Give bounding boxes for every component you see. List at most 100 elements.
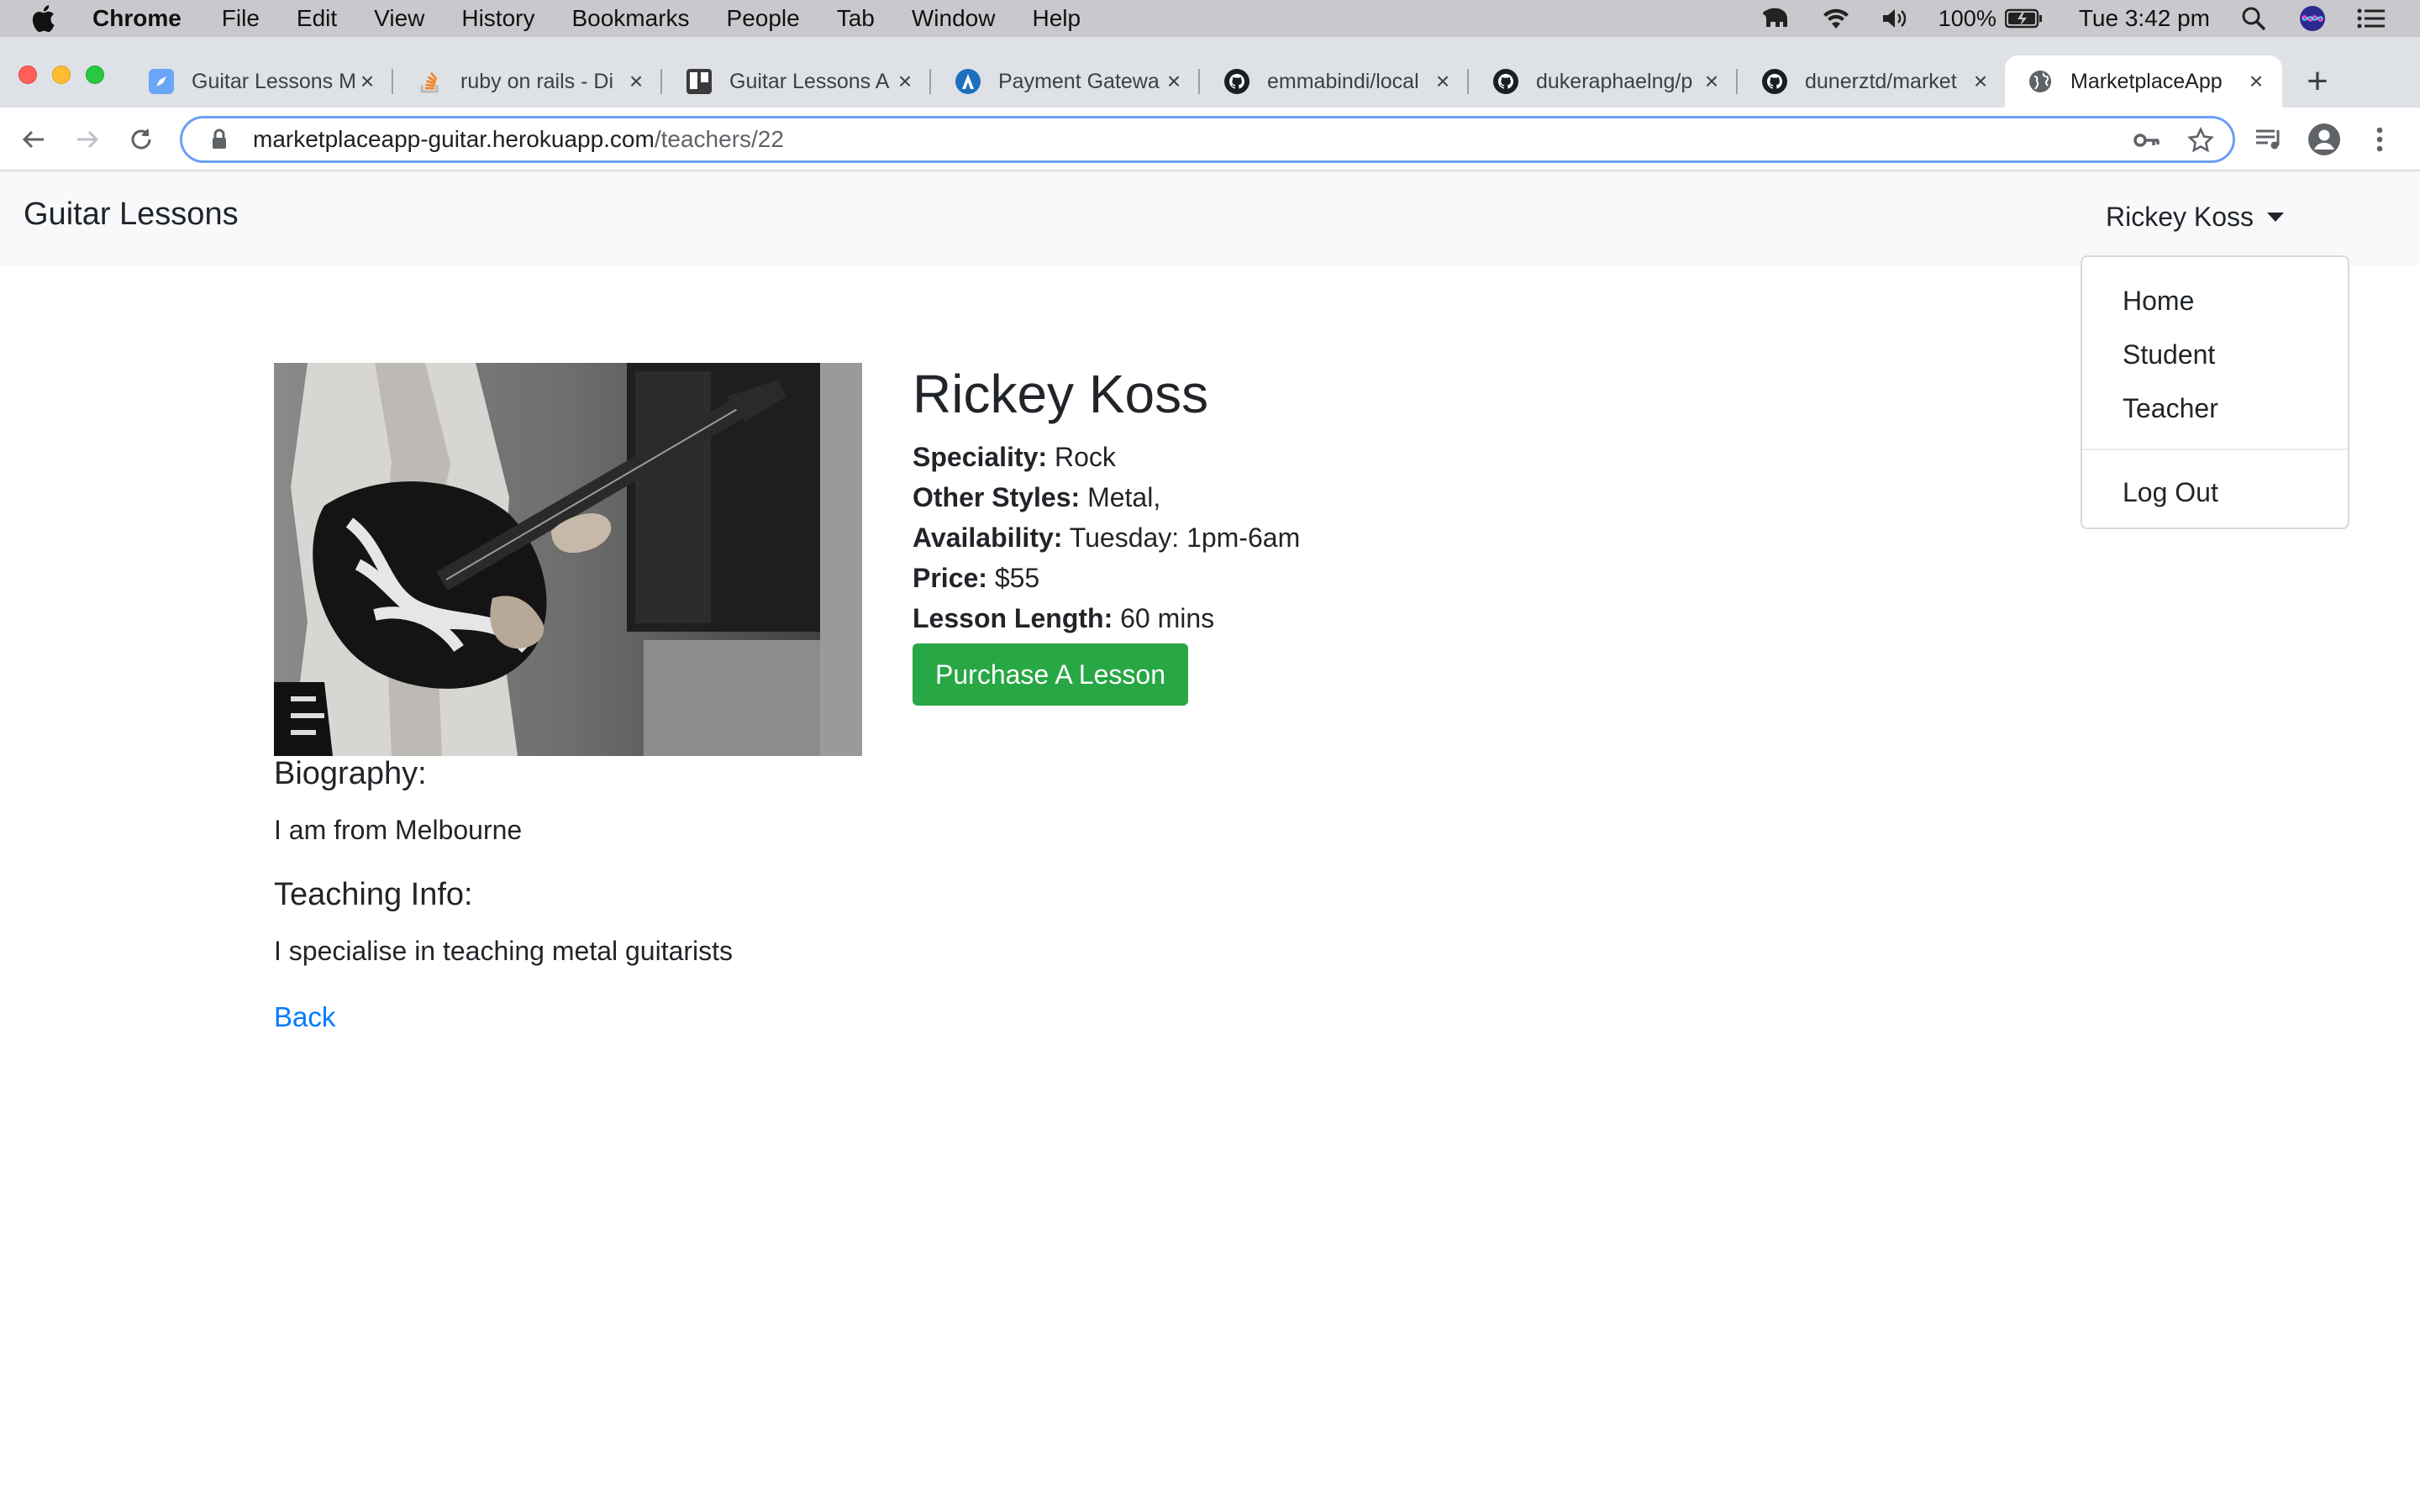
dropdown-item-log-out[interactable]: Log Out bbox=[2082, 465, 2348, 519]
menu-edit[interactable]: Edit bbox=[297, 5, 337, 32]
menu-app-name[interactable]: Chrome bbox=[92, 5, 182, 32]
close-tab-icon[interactable]: × bbox=[2244, 68, 2269, 94]
browser-tab[interactable]: Guitar Lessons M × bbox=[126, 55, 393, 108]
user-dropdown-toggle[interactable]: Rickey Koss bbox=[2106, 202, 2285, 233]
browser-tab[interactable]: Guitar Lessons A × bbox=[664, 55, 931, 108]
brand-link[interactable]: Guitar Lessons bbox=[24, 197, 239, 233]
availability-value: Tuesday: 1pm-6am bbox=[1069, 522, 1301, 553]
close-tab-icon[interactable]: × bbox=[1699, 68, 1724, 94]
reload-icon[interactable] bbox=[121, 119, 161, 160]
trello-icon bbox=[686, 68, 713, 95]
close-tab-icon[interactable]: × bbox=[623, 68, 649, 94]
tab-separator bbox=[1198, 69, 1200, 94]
tab-separator bbox=[660, 69, 662, 94]
github-icon bbox=[1492, 68, 1519, 95]
tab-title: emmabindi/local bbox=[1267, 69, 1419, 93]
price-value: $55 bbox=[994, 563, 1040, 593]
elephant-icon[interactable] bbox=[1762, 6, 1792, 31]
biography-heading: Biography: bbox=[274, 756, 427, 791]
menu-window[interactable]: Window bbox=[912, 5, 996, 32]
lock-icon[interactable] bbox=[203, 123, 236, 156]
tab-title: Payment Gatewa bbox=[998, 69, 1160, 93]
dropdown-item-home[interactable]: Home bbox=[2082, 274, 2348, 328]
notification-center-icon[interactable] bbox=[2356, 6, 2386, 31]
availability-label: Availability: bbox=[913, 522, 1063, 553]
url-host: marketplaceapp-guitar.herokuapp.com bbox=[253, 126, 655, 152]
menu-history[interactable]: History bbox=[461, 5, 534, 32]
tab-title: Guitar Lessons A bbox=[729, 69, 890, 93]
address-bar[interactable]: marketplaceapp-guitar.herokuapp.com/teac… bbox=[180, 116, 2235, 163]
zoom-window-button[interactable] bbox=[86, 66, 104, 84]
minimize-window-button[interactable] bbox=[52, 66, 71, 84]
biography-text: I am from Melbourne bbox=[274, 815, 523, 845]
teaching-info-heading: Teaching Info: bbox=[274, 877, 473, 912]
price-label: Price: bbox=[913, 563, 987, 593]
battery-icon[interactable] bbox=[2004, 6, 2044, 31]
caret-down-icon bbox=[2267, 213, 2285, 222]
bookmark-star-icon[interactable] bbox=[2184, 123, 2217, 157]
close-window-button[interactable] bbox=[18, 66, 37, 84]
back-link[interactable]: Back bbox=[274, 1001, 335, 1033]
teacher-name: Rickey Koss bbox=[913, 364, 1209, 424]
browser-tab[interactable]: dunerztd/market × bbox=[1739, 55, 2007, 108]
close-tab-icon[interactable]: × bbox=[1430, 68, 1455, 94]
tab-separator bbox=[929, 69, 931, 94]
volume-icon[interactable] bbox=[1880, 6, 1910, 31]
browser-tab[interactable]: ruby on rails - Di × bbox=[395, 55, 662, 108]
tab-separator bbox=[1467, 69, 1469, 94]
browser-tab[interactable]: Payment Gatewa × bbox=[933, 55, 1200, 108]
price-row: Price: $55 bbox=[913, 563, 1039, 594]
url-text[interactable]: marketplaceapp-guitar.herokuapp.com/teac… bbox=[253, 126, 784, 153]
compass-icon bbox=[148, 68, 175, 95]
browser-tab[interactable]: emmabindi/local × bbox=[1202, 55, 1469, 108]
globe-icon bbox=[2027, 68, 2054, 95]
availability-row: Availability: Tuesday: 1pm-6am bbox=[913, 522, 1300, 554]
menu-help[interactable]: Help bbox=[1032, 5, 1081, 32]
siri-icon[interactable] bbox=[2297, 6, 2328, 31]
tab-separator bbox=[392, 69, 393, 94]
key-icon[interactable] bbox=[2130, 123, 2164, 157]
github-icon bbox=[1761, 68, 1788, 95]
forward-arrow-icon[interactable] bbox=[67, 119, 108, 160]
tab-title: dunerztd/market bbox=[1805, 69, 1957, 93]
lesson-length-row: Lesson Length: 60 mins bbox=[913, 603, 1214, 634]
menu-file[interactable]: File bbox=[222, 5, 260, 32]
back-arrow-icon[interactable] bbox=[13, 119, 54, 160]
close-tab-icon[interactable]: × bbox=[1968, 68, 1993, 94]
tab-title: Guitar Lessons M bbox=[192, 69, 355, 93]
a-logo-icon bbox=[955, 68, 981, 95]
speciality-label: Speciality: bbox=[913, 442, 1048, 472]
url-path: /teachers/22 bbox=[654, 126, 784, 152]
dropdown-item-student[interactable]: Student bbox=[2082, 328, 2348, 381]
apple-icon[interactable] bbox=[30, 0, 64, 37]
menu-people[interactable]: People bbox=[727, 5, 800, 32]
purchase-lesson-button[interactable]: Purchase A Lesson bbox=[913, 643, 1188, 706]
tab-title: MarketplaceApp bbox=[2070, 69, 2223, 93]
speciality-value: Rock bbox=[1054, 442, 1116, 472]
wifi-icon[interactable] bbox=[1821, 6, 1851, 31]
user-name: Rickey Koss bbox=[2106, 202, 2254, 232]
menu-tab[interactable]: Tab bbox=[837, 5, 875, 32]
tab-title: ruby on rails - Di bbox=[460, 69, 613, 93]
browser-tab-active[interactable]: MarketplaceApp × bbox=[2005, 55, 2282, 108]
close-tab-icon[interactable]: × bbox=[355, 68, 380, 94]
profile-avatar-icon[interactable] bbox=[2304, 119, 2344, 160]
app-navbar: Guitar Lessons Rickey Koss bbox=[0, 171, 2420, 265]
menu-bookmarks[interactable]: Bookmarks bbox=[571, 5, 689, 32]
teacher-photo bbox=[274, 363, 862, 756]
tab-title: dukeraphaelng/p bbox=[1536, 69, 1693, 93]
lesson-length-value: 60 mins bbox=[1120, 603, 1215, 633]
new-tab-button[interactable]: + bbox=[2294, 55, 2341, 108]
media-queue-icon[interactable] bbox=[2249, 119, 2289, 160]
other-styles-label: Other Styles: bbox=[913, 482, 1081, 512]
spotlight-search-icon[interactable] bbox=[2238, 6, 2269, 31]
menu-view[interactable]: View bbox=[374, 5, 424, 32]
browser-tab[interactable]: dukeraphaelng/p × bbox=[1470, 55, 1738, 108]
dropdown-item-teacher[interactable]: Teacher bbox=[2082, 381, 2348, 435]
close-tab-icon[interactable]: × bbox=[1161, 68, 1186, 94]
stackoverflow-icon bbox=[417, 68, 444, 95]
more-options-icon[interactable] bbox=[2360, 119, 2400, 160]
battery-percent: 100% bbox=[1938, 5, 1996, 31]
clock[interactable]: Tue 3:42 pm bbox=[2079, 5, 2210, 32]
close-tab-icon[interactable]: × bbox=[892, 68, 918, 94]
